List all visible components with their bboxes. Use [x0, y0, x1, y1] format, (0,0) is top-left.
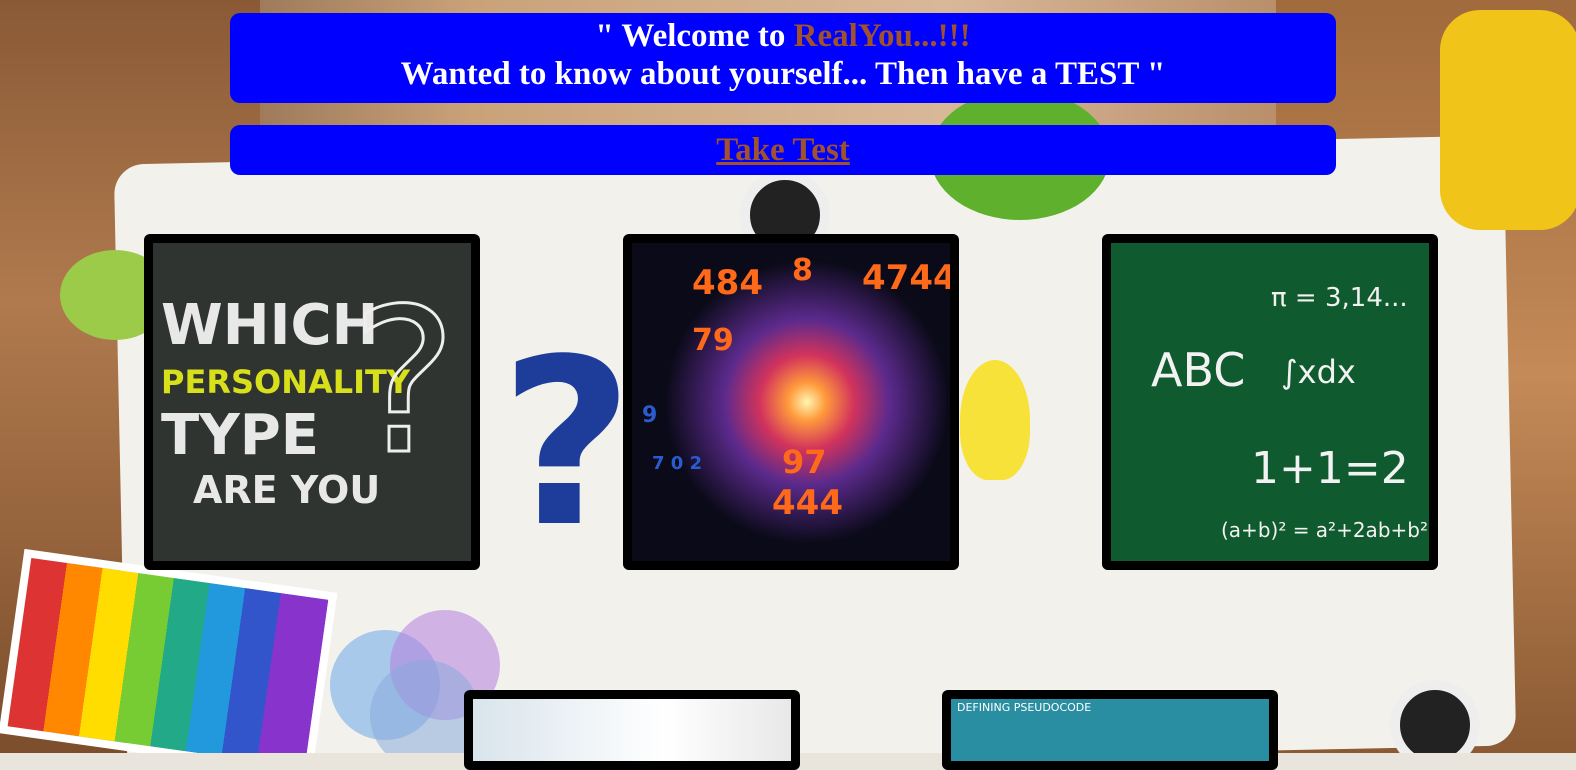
card-text-line: 1+1=2	[1251, 443, 1409, 494]
numbers-brain-card[interactable]: 484 8 4744 79 97 444 9 7 0 2	[623, 234, 959, 570]
personality-type-card[interactable]: WHICH PERSONALITY TYPE ARE YOU ?	[144, 234, 480, 570]
question-mark-icon: ?	[349, 266, 458, 499]
take-test-banner: Take Test	[230, 125, 1336, 175]
classroom-image	[473, 699, 791, 761]
card-text-line: WHICH	[161, 293, 379, 358]
chalkboard-math-card[interactable]: π = 3,14... ABC ∫xdx 1+1=2 (a+b)² = a²+2…	[1102, 234, 1438, 570]
brand-name: RealYou...!!!	[793, 18, 971, 54]
card-text-line: ABC	[1151, 343, 1246, 397]
classroom-card[interactable]	[464, 690, 800, 770]
pseudocode-card[interactable]: DEFINING PSEUDOCODE	[942, 690, 1278, 770]
card-text-line: (a+b)² = a²+2ab+b²	[1221, 518, 1428, 542]
numbers-brain-image: 484 8 4744 79 97 444 9 7 0 2	[632, 243, 950, 561]
card-text-line: TYPE	[161, 403, 320, 468]
welcome-line: " Welcome to RealYou...!!!	[230, 17, 1336, 55]
welcome-prefix: " Welcome to	[595, 18, 794, 54]
card-text-line: π = 3,14...	[1271, 283, 1408, 313]
chalkboard-math-image: π = 3,14... ABC ∫xdx 1+1=2 (a+b)² = a²+2…	[1111, 243, 1429, 561]
card-text-line: ∫xdx	[1281, 353, 1356, 391]
pseudocode-label: DEFINING PSEUDOCODE	[957, 701, 1092, 714]
take-test-link[interactable]: Take Test	[716, 131, 850, 169]
pseudocode-image: DEFINING PSEUDOCODE	[951, 699, 1269, 761]
tagline: Wanted to know about yourself... Then ha…	[400, 56, 1166, 92]
welcome-banner: " Welcome to RealYou...!!! Wanted to kno…	[230, 13, 1336, 103]
personality-type-image: WHICH PERSONALITY TYPE ARE YOU ?	[153, 243, 471, 561]
